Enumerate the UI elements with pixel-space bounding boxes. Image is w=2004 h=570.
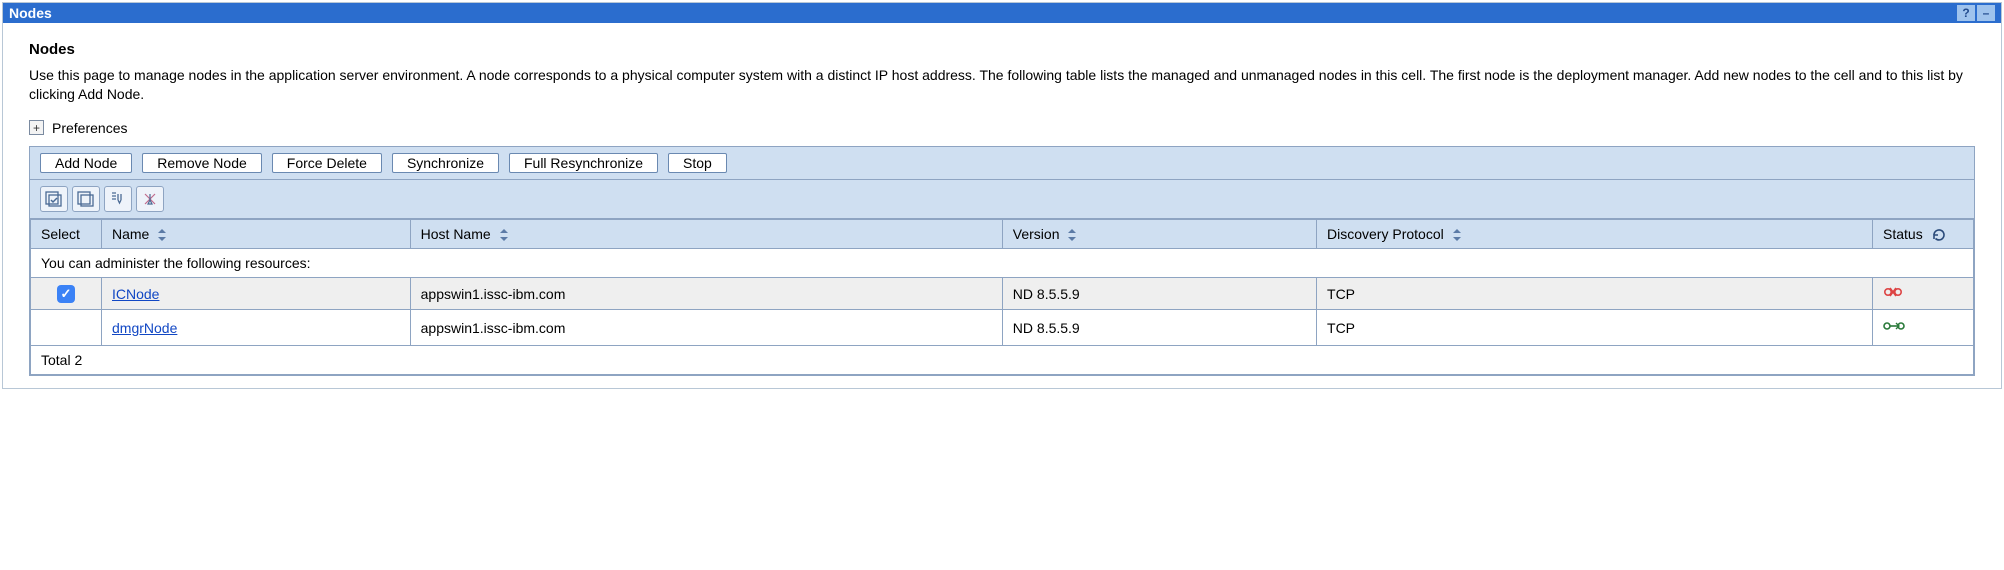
remove-node-button[interactable]: Remove Node <box>142 153 262 173</box>
force-delete-button[interactable]: Force Delete <box>272 153 382 173</box>
clear-filter-icon[interactable] <box>136 186 164 212</box>
cell-host-name: appswin1.issc-ibm.com <box>410 278 1002 310</box>
column-select: Select <box>31 219 102 248</box>
status-unsynchronized-icon <box>1883 284 1903 303</box>
status-synchronized-icon <box>1883 319 1905 336</box>
column-host-name[interactable]: Host Name <box>410 219 1002 248</box>
minimize-icon[interactable]: – <box>1977 5 1995 21</box>
cell-version: ND 8.5.5.9 <box>1002 310 1316 346</box>
add-node-button[interactable]: Add Node <box>40 153 132 173</box>
page-description: Use this page to manage nodes in the app… <box>29 66 1975 104</box>
cell-host-name: appswin1.issc-ibm.com <box>410 310 1002 346</box>
section-label: You can administer the following resourc… <box>31 249 1974 278</box>
node-link[interactable]: ICNode <box>112 286 159 302</box>
filter-icon[interactable] <box>104 186 132 212</box>
content-area: Nodes Use this page to manage nodes in t… <box>3 23 2001 388</box>
row-checkbox[interactable] <box>57 285 75 303</box>
full-resynchronize-button[interactable]: Full Resynchronize <box>509 153 658 173</box>
table-row: dmgrNode appswin1.issc-ibm.com ND 8.5.5.… <box>31 310 1974 346</box>
column-status: Status <box>1873 219 1974 248</box>
node-link[interactable]: dmgrNode <box>112 320 177 336</box>
preferences-label: Preferences <box>52 120 127 136</box>
refresh-icon[interactable] <box>1927 226 1947 242</box>
sort-icon[interactable] <box>1067 228 1077 242</box>
table-row: ICNode appswin1.issc-ibm.com ND 8.5.5.9 … <box>31 278 1974 310</box>
footer-total: Total 2 <box>31 346 1974 375</box>
table-container: Add Node Remove Node Force Delete Synchr… <box>29 146 1975 376</box>
table-footer-row: Total 2 <box>31 346 1974 375</box>
portlet-title-actions: ? – <box>1957 5 1995 21</box>
column-name[interactable]: Name <box>102 219 411 248</box>
column-discovery-protocol[interactable]: Discovery Protocol <box>1317 219 1873 248</box>
cell-discovery-protocol: TCP <box>1317 310 1873 346</box>
cell-discovery-protocol: TCP <box>1317 278 1873 310</box>
preferences-toggle[interactable]: + Preferences <box>29 120 1975 136</box>
synchronize-button[interactable]: Synchronize <box>392 153 499 173</box>
cell-version: ND 8.5.5.9 <box>1002 278 1316 310</box>
sort-icon[interactable] <box>499 228 509 242</box>
page-title: Nodes <box>29 41 1975 58</box>
portlet-titlebar: Nodes ? – <box>3 3 2001 23</box>
select-all-icon[interactable] <box>40 186 68 212</box>
stop-button[interactable]: Stop <box>668 153 727 173</box>
plus-icon[interactable]: + <box>29 120 44 135</box>
table-section-row: You can administer the following resourc… <box>31 249 1974 278</box>
portlet: Nodes ? – Nodes Use this page to manage … <box>2 2 2002 389</box>
help-icon[interactable]: ? <box>1957 5 1975 21</box>
sort-icon[interactable] <box>1452 228 1462 242</box>
table-toolbar <box>30 180 1974 219</box>
deselect-all-icon[interactable] <box>72 186 100 212</box>
column-version[interactable]: Version <box>1002 219 1316 248</box>
action-bar: Add Node Remove Node Force Delete Synchr… <box>30 147 1974 180</box>
nodes-table: Select Name Host Name Version <box>30 219 1974 375</box>
sort-icon[interactable] <box>157 228 167 242</box>
portlet-title-text: Nodes <box>9 5 52 21</box>
